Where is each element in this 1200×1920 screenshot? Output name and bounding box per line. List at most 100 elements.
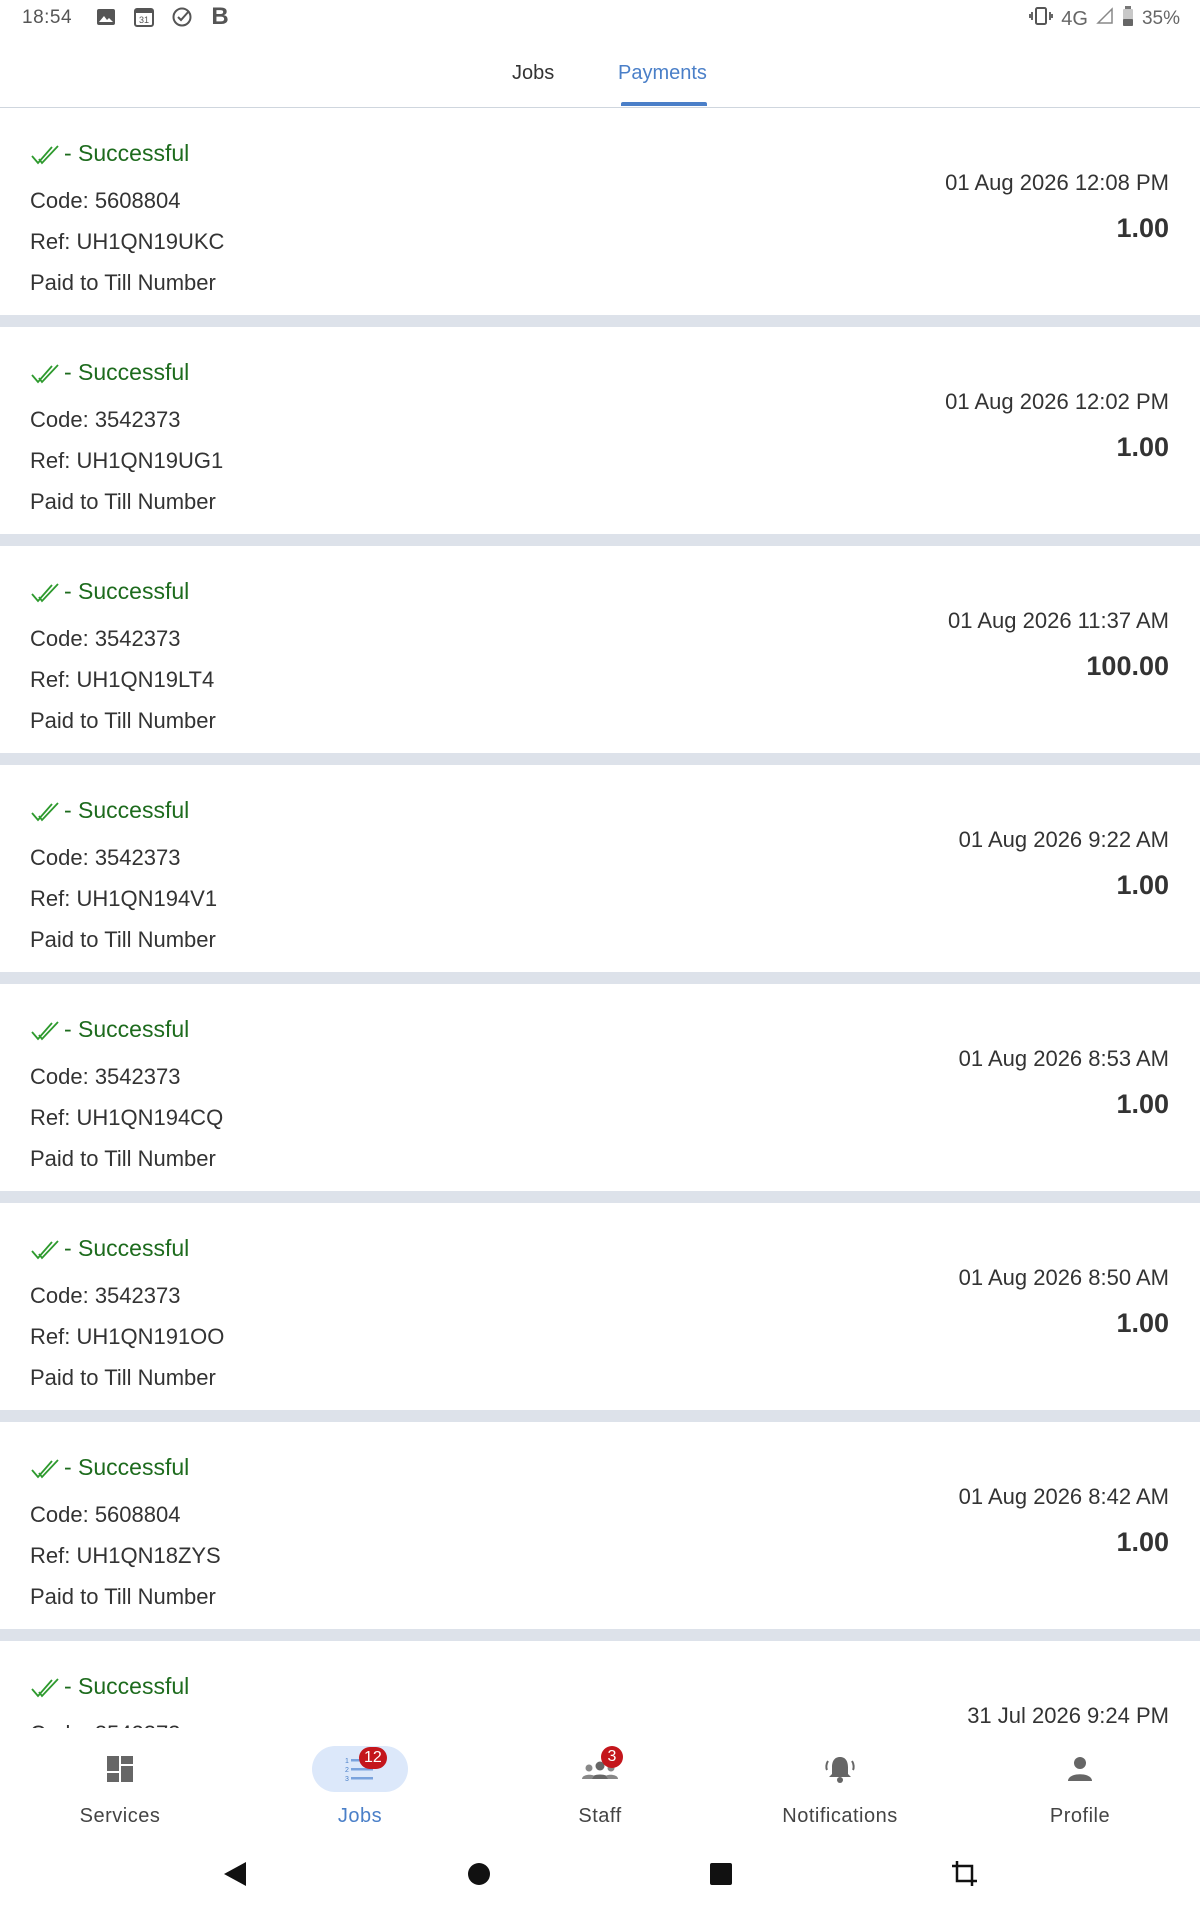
payment-status: - Successful [30, 1235, 189, 1262]
payment-date: 01 Aug 2026 11:37 AM [948, 608, 1169, 633]
payment-status-text: - Successful [64, 359, 190, 385]
payment-status-text: - Successful [64, 1673, 190, 1699]
double-check-icon [31, 144, 59, 164]
nav-staff[interactable]: 3 Staff [480, 1728, 720, 1828]
home-icon[interactable] [459, 1854, 499, 1894]
payment-amount: 1.00 [1116, 1308, 1169, 1338]
payment-status: - Successful [30, 140, 189, 167]
payment-status-text: - Successful [64, 797, 190, 823]
payment-destination: Paid to Till Number [30, 489, 216, 514]
active-tab-indicator [621, 102, 707, 106]
svg-text:3: 3 [345, 1776, 349, 1783]
payment-amount: 1.00 [1116, 870, 1169, 900]
system-navigation-bar [0, 1828, 1200, 1920]
payments-list[interactable]: - Successful Code: 5608804 Ref: UH1QN19U… [0, 108, 1200, 1728]
double-check-icon [31, 363, 59, 383]
payment-destination: Paid to Till Number [30, 1146, 216, 1171]
battery-icon [1122, 6, 1134, 32]
payment-amount: 100.00 [1086, 651, 1169, 681]
payment-status-text: - Successful [64, 1016, 190, 1042]
payment-date: 01 Aug 2026 12:08 PM [945, 170, 1169, 195]
back-icon[interactable] [215, 1854, 255, 1894]
b-icon: B [211, 3, 229, 30]
recents-icon[interactable] [701, 1854, 741, 1894]
payment-ref: Ref: UH1QN18ZYS [30, 1543, 221, 1568]
payment-date: 01 Aug 2026 8:50 AM [958, 1265, 1169, 1290]
svg-text:1: 1 [345, 1758, 349, 1765]
payment-ref: Ref: UH1QN19UKC [30, 229, 225, 254]
payment-code: Code: 3542373 [30, 1283, 181, 1308]
payment-destination: Paid to Till Number [30, 270, 216, 295]
jobs-count-badge: 12 [359, 1747, 387, 1769]
status-notification-icons: 31 B [94, 3, 232, 30]
nav-profile-label: Profile [1049, 1805, 1111, 1827]
nav-staff-label: Staff [578, 1805, 622, 1827]
payment-card[interactable]: - Successful Code: 3542373 31 Jul 2026 9… [0, 1641, 1200, 1728]
person-icon [1068, 1757, 1092, 1781]
calendar-icon: 31 [132, 5, 156, 29]
status-bar: 18:54 31 B 4G 35% [0, 0, 1200, 36]
rotate-icon[interactable] [945, 1854, 985, 1894]
nav-services-label: Services [79, 1805, 161, 1827]
nav-jobs[interactable]: 123 12 Jobs [240, 1728, 480, 1828]
signal-icon [1096, 7, 1114, 31]
payment-code: Code: 3542373 [30, 626, 181, 651]
payment-status: - Successful [30, 797, 189, 824]
double-check-icon [31, 1677, 59, 1697]
check-circle-icon [170, 5, 194, 29]
status-system-icons: 4G 35% [1029, 6, 1180, 32]
nav-jobs-label: Jobs [337, 1805, 383, 1827]
payment-code: Code: 3542373 [30, 845, 181, 870]
tab-jobs[interactable]: Jobs [512, 62, 554, 85]
double-check-icon [31, 1020, 59, 1040]
payment-card[interactable]: - Successful Code: 3542373 Ref: UH1QN194… [0, 984, 1200, 1203]
tab-payments[interactable]: Payments [618, 62, 707, 85]
svg-text:31: 31 [139, 15, 149, 25]
payment-amount: 1.00 [1116, 1089, 1169, 1119]
payment-date: 01 Aug 2026 8:42 AM [958, 1484, 1169, 1509]
payment-card[interactable]: - Successful Code: 5608804 Ref: UH1QN19U… [0, 108, 1200, 327]
payment-status-text: - Successful [64, 1235, 190, 1261]
payment-date: 01 Aug 2026 8:53 AM [958, 1046, 1169, 1071]
double-check-icon [31, 582, 59, 602]
payment-code: Code: 5608804 [30, 1502, 181, 1527]
nav-services[interactable]: Services [0, 1728, 240, 1828]
payment-ref: Ref: UH1QN19UG1 [30, 448, 224, 473]
payment-ref: Ref: UH1QN194V1 [30, 886, 218, 911]
payment-date: 01 Aug 2026 9:22 AM [958, 827, 1169, 852]
payment-card[interactable]: - Successful Code: 5608804 Ref: UH1QN18Z… [0, 1422, 1200, 1641]
bell-icon [825, 1757, 855, 1783]
payment-amount: 1.00 [1116, 213, 1169, 243]
nav-notifications-label: Notifications [782, 1805, 898, 1827]
double-check-icon [31, 1239, 59, 1259]
payment-amount: 1.00 [1116, 432, 1169, 462]
payment-ref: Ref: UH1QN194CQ [30, 1105, 224, 1130]
nav-profile[interactable]: Profile [960, 1728, 1200, 1828]
payment-card[interactable]: - Successful Code: 3542373 Ref: UH1QN191… [0, 1203, 1200, 1422]
payment-destination: Paid to Till Number [30, 1365, 216, 1390]
svg-text:2: 2 [345, 1767, 349, 1774]
payment-status: - Successful [30, 1673, 189, 1700]
payment-status-text: - Successful [64, 578, 190, 604]
payment-date: 01 Aug 2026 12:02 PM [945, 389, 1169, 414]
network-type: 4G [1061, 7, 1088, 30]
payment-ref: Ref: UH1QN191OO [30, 1324, 225, 1349]
payment-destination: Paid to Till Number [30, 1584, 216, 1609]
nav-notifications[interactable]: Notifications [720, 1728, 960, 1828]
payment-status: - Successful [30, 578, 189, 605]
payment-date: 31 Jul 2026 9:24 PM [967, 1703, 1169, 1728]
payment-code: Code: 3542373 [30, 1721, 180, 1728]
payment-code: Code: 3542373 [30, 407, 181, 432]
double-check-icon [31, 1458, 59, 1478]
payment-cards: - Successful Code: 5608804 Ref: UH1QN19U… [0, 108, 1200, 1728]
payment-status: - Successful [30, 1454, 189, 1481]
payment-status: - Successful [30, 1016, 189, 1043]
dashboard-icon [107, 1756, 133, 1782]
battery-percent: 35% [1141, 8, 1180, 29]
payment-card[interactable]: - Successful Code: 3542373 Ref: UH1QN19U… [0, 327, 1200, 546]
payment-card[interactable]: - Successful Code: 3542373 Ref: UH1QN19L… [0, 546, 1200, 765]
payment-card[interactable]: - Successful Code: 3542373 Ref: UH1QN194… [0, 765, 1200, 984]
status-time: 18:54 [22, 7, 73, 28]
payment-status-text: - Successful [64, 1454, 190, 1480]
payment-status-text: - Successful [64, 140, 190, 166]
